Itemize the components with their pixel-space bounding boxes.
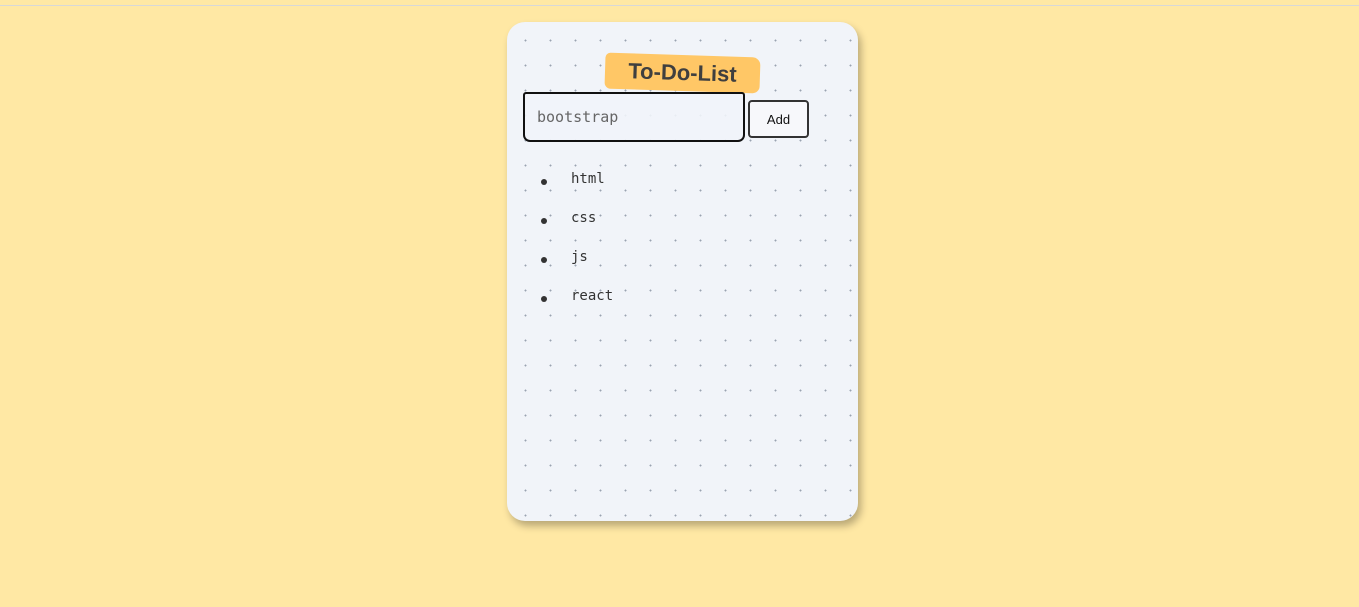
task-item: css: [541, 210, 613, 249]
task-item: js: [541, 249, 613, 288]
task-list: html css js react: [541, 171, 613, 327]
task-label: react: [571, 288, 614, 304]
todo-card: To-Do-List Add html css js react: [507, 22, 858, 521]
task-input[interactable]: [523, 92, 745, 142]
task-label: html: [571, 171, 605, 187]
task-label: js: [571, 249, 588, 265]
bullet-icon: [541, 218, 547, 224]
page-title: To-Do-List: [604, 52, 761, 94]
bullet-icon: [541, 179, 547, 185]
bullet-icon: [541, 296, 547, 302]
top-divider: [0, 5, 1359, 6]
add-button[interactable]: Add: [748, 100, 809, 138]
task-item: react: [541, 288, 613, 327]
bullet-icon: [541, 257, 547, 263]
task-label: css: [571, 210, 597, 226]
task-item: html: [541, 171, 613, 210]
